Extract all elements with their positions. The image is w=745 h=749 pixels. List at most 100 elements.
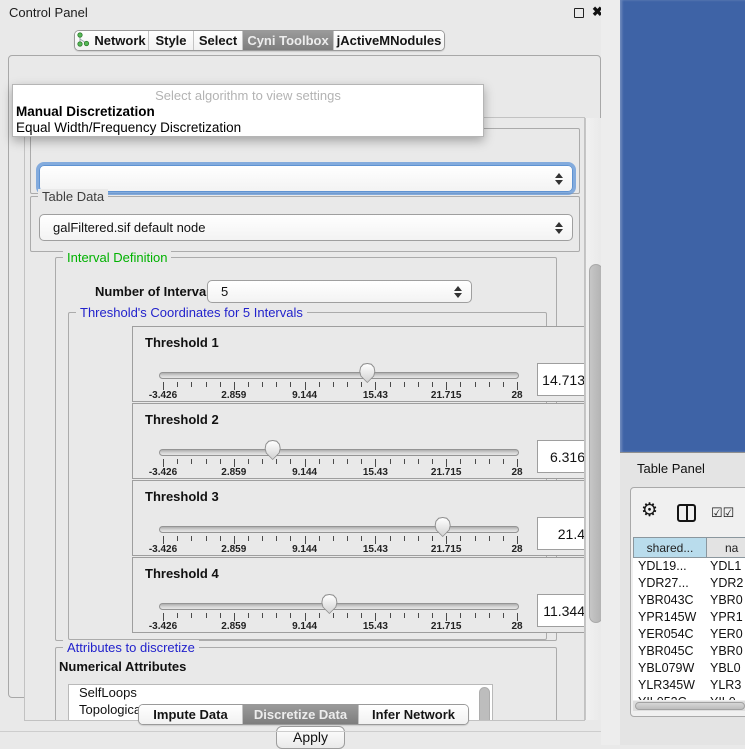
major-tick [517, 613, 518, 621]
minor-tick [418, 382, 419, 387]
major-tick [163, 382, 164, 390]
major-tick [234, 613, 235, 621]
table-panel-titlebar: Table Panel [620, 452, 745, 483]
minor-tick [347, 536, 348, 541]
slider-track[interactable] [159, 526, 519, 533]
table-data-combobox[interactable]: galFiltered.sif default node [39, 214, 573, 241]
slider-thumb[interactable] [359, 363, 376, 383]
tick-label: -3.426 [149, 621, 177, 632]
major-tick [375, 536, 376, 544]
minor-tick [432, 613, 433, 618]
list-item[interactable]: SelfLoops [69, 685, 492, 702]
algorithm-item-manual[interactable]: Manual Discretization [16, 104, 155, 119]
minor-tick [347, 382, 348, 387]
minor-tick [191, 536, 192, 541]
column-header-shared-name[interactable]: shared... [633, 537, 707, 558]
network-window-frame: GAL80GAGAL11CGAL4GCY1HHAP2 [620, 0, 745, 452]
minor-tick [177, 536, 178, 541]
tab-infer-network[interactable]: Infer Network [359, 705, 468, 724]
tab-label: Discretize Data [254, 707, 347, 722]
algorithm-item-equal-width[interactable]: Equal Width/Frequency Discretization [16, 120, 241, 135]
minor-tick [191, 459, 192, 464]
table-row[interactable]: YIL052CYIL0 [633, 694, 745, 700]
slider-thumb[interactable] [321, 594, 338, 614]
network-icon [77, 32, 90, 50]
stepper-down-icon [454, 293, 462, 298]
minor-tick [503, 536, 504, 541]
tab-label: Infer Network [372, 707, 455, 722]
minor-tick [220, 382, 221, 387]
tick-label: -3.426 [149, 544, 177, 555]
tick-label: 2.859 [221, 544, 246, 555]
minor-tick [206, 536, 207, 541]
gear-icon[interactable]: ⚙ [641, 501, 658, 520]
slider-thumb-face [322, 595, 337, 613]
control-panel-titlebar: Control Panel ✖ [0, 0, 620, 26]
apply-button[interactable]: Apply [276, 726, 345, 749]
tab-discretize-data[interactable]: Discretize Data [243, 705, 359, 724]
major-tick [446, 459, 447, 467]
tick-label: 28 [511, 621, 522, 632]
table-row[interactable]: YBR045CYBR0 [633, 643, 745, 660]
minor-tick [361, 459, 362, 464]
minor-tick [347, 459, 348, 464]
minor-tick [206, 382, 207, 387]
minor-tick [432, 459, 433, 464]
split-column-icon[interactable] [677, 504, 696, 522]
table-row[interactable]: YBR043CYBR0 [633, 592, 745, 609]
tab-network[interactable]: Network [75, 31, 149, 50]
slider-thumb[interactable] [434, 517, 451, 537]
interval-definition-group: Interval DefinitionNumber of Intervals5T… [55, 257, 557, 641]
cyni-toolbox-panel: Discretization AlgorithmTable DatagalFil… [8, 55, 601, 698]
stepper-down-icon [555, 180, 563, 185]
column-header-name[interactable]: na [707, 537, 745, 558]
float-panel-icon[interactable] [574, 8, 584, 18]
tab-select[interactable]: Select [194, 31, 243, 50]
threshold-label: Threshold 4 [145, 566, 219, 581]
table-row[interactable]: YDL19...YDL1 [633, 558, 745, 575]
panel-gap [601, 0, 622, 745]
table-row[interactable]: YER054CYER0 [633, 626, 745, 643]
minor-tick [333, 382, 334, 387]
cell-name: YBL0 [707, 660, 745, 677]
threshold-value-field[interactable] [537, 440, 585, 473]
table-row[interactable]: YBL079WYBL0 [633, 660, 745, 677]
slider-track[interactable] [159, 372, 519, 379]
tick-label: 21.715 [431, 390, 462, 401]
minor-tick [475, 459, 476, 464]
threshold-value-field[interactable] [537, 363, 585, 396]
threshold-value-field[interactable] [537, 594, 585, 627]
number-of-intervals-combobox[interactable]: 5 [207, 280, 472, 303]
table-row[interactable]: YDR27...YDR2 [633, 575, 745, 592]
list-scrollbar-thumb[interactable] [479, 687, 490, 721]
minor-tick [404, 382, 405, 387]
cell-name: YPR1 [707, 609, 745, 626]
checkboxes-icon[interactable]: ☑☑ [711, 505, 734, 521]
threshold-panel: Threshold 4-3.4262.8599.14415.4321.71528 [132, 557, 585, 633]
tick-label: 28 [511, 544, 522, 555]
slider-thumb-face [265, 441, 280, 459]
slider-track[interactable] [159, 449, 519, 456]
tick-label: 28 [511, 467, 522, 478]
tab-style[interactable]: Style [149, 31, 194, 50]
table-row[interactable]: YLR345WYLR3 [633, 677, 745, 694]
slider-thumb[interactable] [264, 440, 281, 460]
threshold-value-field[interactable] [537, 517, 585, 550]
minor-tick [489, 459, 490, 464]
slider-track[interactable] [159, 603, 519, 610]
algorithm-combobox[interactable] [39, 165, 573, 192]
major-tick [234, 536, 235, 544]
table-horizontal-scrollbar[interactable] [633, 701, 745, 711]
tab-jactivemnodules[interactable]: jActiveMNodules [334, 31, 444, 50]
top-tab-bar: NetworkStyleSelectCyni ToolboxjActiveMNo… [74, 30, 445, 51]
cell-name: YLR3 [707, 677, 745, 694]
tick-label: 2.859 [221, 621, 246, 632]
tab-cyni-toolbox[interactable]: Cyni Toolbox [243, 31, 334, 50]
hscrollbar-thumb[interactable] [635, 702, 745, 710]
tab-impute-data[interactable]: Impute Data [139, 705, 243, 724]
minor-tick [177, 459, 178, 464]
cell-shared-name: YBR043C [633, 592, 707, 609]
table-row[interactable]: YPR145WYPR1 [633, 609, 745, 626]
minor-tick [276, 382, 277, 387]
major-tick [446, 613, 447, 621]
